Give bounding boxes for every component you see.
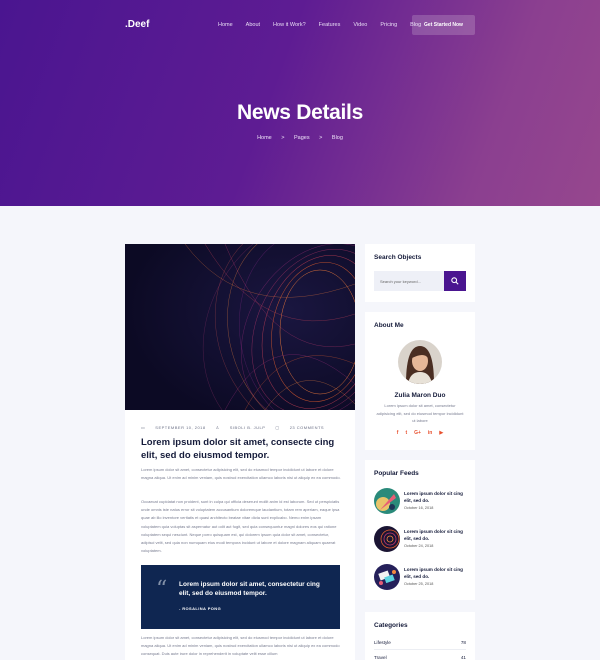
blockquote: “ Lorem ipsum dolor sit amet, consectetu… [141,565,340,629]
calendar-icon: ▭ [141,425,146,430]
twitter-icon[interactable]: t [405,430,407,436]
feed-date: October 25, 2018 [404,582,434,586]
popular-feeds-widget: Popular Feeds Lorem ipsum dolor sit cing… [365,460,475,600]
nav-video[interactable]: Video [353,22,367,28]
article-paragraph: Lorem ipsum dolor sit amet, consectetur … [141,635,340,657]
nav-about[interactable]: About [246,22,260,28]
search-button[interactable] [444,271,466,291]
youtube-icon[interactable]: ▶ [439,430,443,436]
widget-title: Categories [374,622,408,629]
google-plus-icon[interactable]: G+ [414,430,421,436]
search-icon [451,277,459,285]
category-label[interactable]: Travel [374,655,387,660]
article-comments[interactable]: 23 COMMENTS [290,425,324,430]
nav-home[interactable]: Home [218,22,233,28]
category-label[interactable]: Lifestyle [374,640,391,645]
avatar [398,340,442,384]
breadcrumb-separator: > [319,135,323,141]
quote-author: - ROSALINA PONG [179,606,222,611]
article-paragraph: Lorem ipsum dolor sit amet, consectetur … [141,467,341,481]
article-author[interactable]: SIBOLI B. JULP [230,425,266,430]
author-name: Zulia Maron Duo [394,392,446,399]
categories-widget: Categories Lifestyle 78 Travel 41 [365,612,475,660]
article-image [125,244,355,410]
divider [374,649,466,650]
article-date: SEPTEMBER 10, 2018 [155,425,206,430]
hero-banner: .Deef Home About How it Work? Features V… [0,0,600,206]
search-widget: Search Objects Search your keyword... [365,244,475,302]
feed-title[interactable]: Lorem ipsum dolor sit cing elit, sed do. [404,529,472,542]
social-links: f t G+ in ▶ [365,430,475,436]
comment-icon: ▢ [275,425,280,430]
article-paragraph: Occaecat cupidatat non proident, sunt in… [141,499,340,554]
category-item[interactable]: Travel 41 [374,655,466,660]
feed-title[interactable]: Lorem ipsum dolor sit cing elit, sed do. [404,491,472,504]
category-item[interactable]: Lifestyle 78 [374,640,466,645]
quote-icon: “ [156,577,168,602]
breadcrumb-home[interactable]: Home [257,135,272,141]
linkedin-icon[interactable]: in [428,430,432,436]
about-widget: About Me Zulia Maron Duo Lorem ipsum dol… [365,312,475,450]
nav-pricing[interactable]: Pricing [380,22,397,28]
quote-text: Lorem ipsum dolor sit amet, consectetur … [179,581,320,597]
breadcrumb-blog: Blog [331,135,343,141]
feed-thumbnail [374,564,400,590]
category-count: 78 [460,640,466,645]
widget-title: About Me [374,322,404,329]
search-input[interactable]: Search your keyword... [374,271,444,291]
feed-thumbnail [374,488,400,514]
breadcrumb-separator: > [281,135,285,141]
user-icon: ♙ [215,425,220,430]
facebook-icon[interactable]: f [397,430,399,436]
page-title: News Details [237,101,363,124]
breadcrumb-pages[interactable]: Pages [294,135,310,141]
breadcrumb: Home > Pages > Blog [0,135,600,141]
article-meta: ▭ SEPTEMBER 10, 2018 ♙ SIBOLI B. JULP ▢ … [141,425,324,430]
author-bio: Lorem ipsum dolor sit amet, consectetur … [376,403,464,423]
nav-features[interactable]: Features [319,22,341,28]
feed-title[interactable]: Lorem ipsum dolor sit cing elit, sed do. [404,567,472,580]
get-started-button[interactable]: Get Started Now [412,15,475,35]
main-nav: Home About How it Work? Features Video P… [218,22,434,28]
article-title: Lorem ipsum dolor sit amet, consecte cin… [141,437,335,461]
nav-how-it-work[interactable]: How it Work? [273,22,306,28]
category-count: 41 [460,655,466,660]
widget-title: Search Objects [374,254,422,261]
feed-date: October 16, 2018 [404,506,434,510]
widget-title: Popular Feeds [374,470,419,477]
feed-thumbnail [374,526,400,552]
logo[interactable]: .Deef [125,19,149,30]
feed-date: October 24, 2018 [404,544,434,548]
